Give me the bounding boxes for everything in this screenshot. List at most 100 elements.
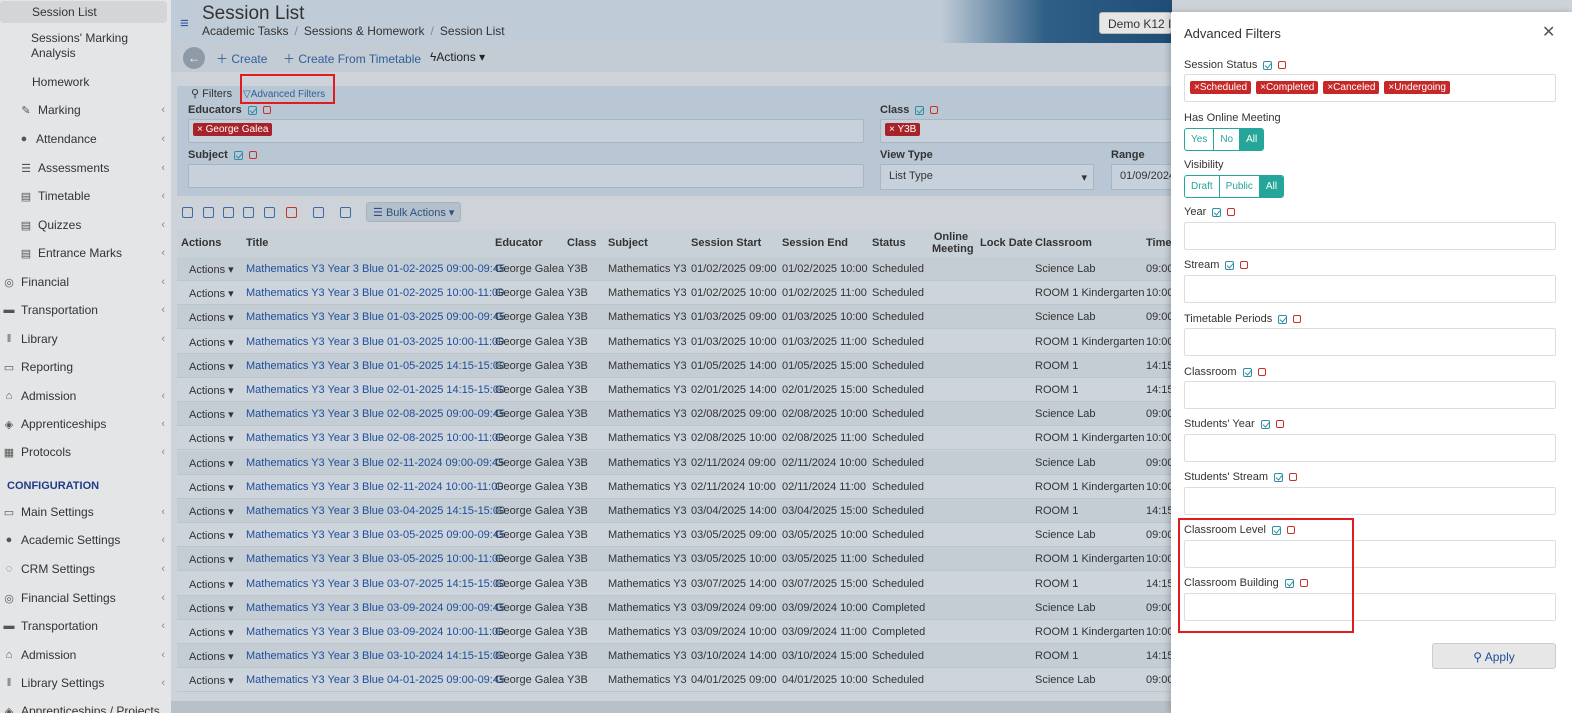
sidebar-item-crm-settings[interactable]: ◌ CRM Settings ‹ bbox=[0, 558, 171, 580]
sidebar-item-session-list[interactable]: Session List bbox=[0, 1, 167, 23]
row-actions-dropdown[interactable]: Actions ▾ bbox=[189, 408, 234, 421]
students-year-field[interactable] bbox=[1184, 434, 1556, 462]
row-actions-dropdown[interactable]: Actions ▾ bbox=[189, 674, 234, 687]
sidebar-item-quizzes[interactable]: ▤ Quizzes ‹ bbox=[0, 214, 171, 236]
table-row[interactable]: Actions ▾ Mathematics Y3 Year 3 Blue 04-0… bbox=[177, 668, 1172, 693]
cell-title[interactable]: Mathematics Y3 Year 3 Blue 02-11-2024 09… bbox=[246, 457, 504, 469]
table-row[interactable]: Actions ▾ Mathematics Y3 Year 3 Blue 01-0… bbox=[177, 353, 1172, 378]
clear-icon[interactable] bbox=[1278, 61, 1287, 69]
col-classroom[interactable]: Classroom bbox=[1035, 237, 1092, 249]
cell-title[interactable]: Mathematics Y3 Year 3 Blue 03-07-2025 14… bbox=[246, 578, 505, 590]
deselect-icon[interactable] bbox=[286, 207, 297, 218]
sidebar-item-transportation[interactable]: ▬ Transportation ‹ bbox=[0, 299, 171, 321]
table-row[interactable]: Actions ▾ Mathematics Y3 Year 3 Blue 02-0… bbox=[177, 402, 1172, 427]
table-row[interactable]: Actions ▾ Mathematics Y3 Year 3 Blue 02-0… bbox=[177, 378, 1172, 402]
cell-title[interactable]: Mathematics Y3 Year 3 Blue 03-05-2025 10… bbox=[246, 553, 504, 565]
clear-icon[interactable] bbox=[930, 106, 939, 114]
row-actions-dropdown[interactable]: Actions ▾ bbox=[189, 263, 234, 276]
organization-button[interactable]: Demo K12 In bbox=[1099, 12, 1172, 34]
timetable-periods-field[interactable] bbox=[1184, 328, 1556, 356]
select-all-icon[interactable] bbox=[233, 150, 243, 160]
table-row[interactable]: Actions ▾ Mathematics Y3 Year 3 Blue 03-0… bbox=[177, 547, 1172, 572]
online-meeting-all[interactable]: All bbox=[1240, 129, 1264, 150]
class-field[interactable]: × Y3B bbox=[880, 119, 1172, 143]
sidebar-item-assessments[interactable]: ☰ Assessments ‹ bbox=[0, 157, 171, 179]
row-actions-dropdown[interactable]: Actions ▾ bbox=[189, 505, 234, 518]
select-all-icon[interactable] bbox=[1260, 419, 1270, 429]
sidebar-item-entrance-marks[interactable]: ▤ Entrance Marks ‹ bbox=[0, 242, 171, 264]
select-all-icon[interactable] bbox=[264, 207, 275, 218]
cell-title[interactable]: Mathematics Y3 Year 3 Blue 03-09-2024 09… bbox=[246, 602, 505, 614]
online-meeting-yes[interactable]: Yes bbox=[1185, 129, 1215, 150]
sidebar-item-admission[interactable]: ⌂ Admission ‹ bbox=[0, 385, 171, 407]
row-actions-dropdown[interactable]: Actions ▾ bbox=[189, 602, 234, 615]
sidebar-item-reporting[interactable]: ▭ Reporting bbox=[0, 356, 171, 378]
year-field[interactable] bbox=[1184, 222, 1556, 250]
row-actions-dropdown[interactable]: Actions ▾ bbox=[189, 287, 234, 300]
sidebar-item-academic-settings[interactable]: ● Academic Settings ‹ bbox=[0, 529, 171, 551]
back-button[interactable]: ← bbox=[183, 47, 205, 69]
create-from-timetable-button[interactable]: ＋ Create From Timetable bbox=[283, 50, 421, 67]
cell-title[interactable]: Mathematics Y3 Year 3 Blue 01-03-2025 10… bbox=[246, 336, 504, 348]
col-time[interactable]: Time bbox=[1146, 237, 1171, 249]
table-row[interactable]: Actions ▾ Mathematics Y3 Year 3 Blue 03-1… bbox=[177, 644, 1172, 669]
classroom-field[interactable] bbox=[1184, 381, 1556, 409]
table-row[interactable]: Actions ▾ Mathematics Y3 Year 3 Blue 01-0… bbox=[177, 257, 1172, 281]
cell-title[interactable]: Mathematics Y3 Year 3 Blue 02-08-2025 09… bbox=[246, 408, 505, 420]
select-all-icon[interactable] bbox=[1263, 60, 1273, 70]
row-actions-dropdown[interactable]: Actions ▾ bbox=[189, 384, 234, 397]
sidebar-item-homework[interactable]: Homework bbox=[0, 71, 171, 93]
cell-title[interactable]: Mathematics Y3 Year 3 Blue 01-03-2025 09… bbox=[246, 311, 505, 323]
sidebar-item-financial-settings[interactable]: ◎ Financial Settings ‹ bbox=[0, 587, 171, 609]
table-row[interactable]: Actions ▾ Mathematics Y3 Year 3 Blue 02-1… bbox=[177, 450, 1172, 475]
pdf-icon[interactable] bbox=[203, 207, 214, 218]
col-session-start[interactable]: Session Start bbox=[691, 237, 761, 249]
table-row[interactable]: Actions ▾ Mathematics Y3 Year 3 Blue 01-0… bbox=[177, 281, 1172, 306]
status-tag-completed[interactable]: ×Completed bbox=[1256, 81, 1319, 94]
select-all-icon[interactable] bbox=[1278, 314, 1288, 324]
copy-icon[interactable] bbox=[243, 207, 254, 218]
sidebar-item-admission-settings[interactable]: ⌂ Admission ‹ bbox=[0, 644, 171, 666]
sidebar-item-attendance[interactable]: ● Attendance ‹ bbox=[0, 128, 171, 150]
educator-tag[interactable]: × George Galea bbox=[193, 123, 273, 136]
col-session-end[interactable]: Session End bbox=[782, 237, 848, 249]
apply-button[interactable]: ⚲ Apply bbox=[1432, 643, 1556, 669]
table-row[interactable]: Actions ▾ Mathematics Y3 Year 3 Blue 03-0… bbox=[177, 595, 1172, 620]
cell-title[interactable]: Mathematics Y3 Year 3 Blue 01-02-2025 10… bbox=[246, 287, 504, 299]
create-button[interactable]: ＋ Create bbox=[216, 50, 267, 67]
select-all-icon[interactable] bbox=[247, 105, 257, 115]
visibility-public[interactable]: Public bbox=[1220, 176, 1260, 197]
table-row[interactable]: Actions ▾ Mathematics Y3 Year 3 Blue 02-1… bbox=[177, 474, 1172, 499]
col-title[interactable]: Title bbox=[246, 237, 268, 249]
col-lock-date[interactable]: Lock Date bbox=[980, 237, 1033, 249]
cell-title[interactable]: Mathematics Y3 Year 3 Blue 04-01-2025 09… bbox=[246, 674, 505, 686]
educators-field[interactable]: × George Galea bbox=[188, 119, 864, 143]
cell-title[interactable]: Mathematics Y3 Year 3 Blue 02-01-2025 14… bbox=[246, 384, 505, 396]
col-status[interactable]: Status bbox=[872, 237, 906, 249]
table-row[interactable]: Actions ▾ Mathematics Y3 Year 3 Blue 03-0… bbox=[177, 523, 1172, 548]
sidebar-item-timetable[interactable]: ▤ Timetable ‹ bbox=[0, 185, 171, 207]
status-tag-canceled[interactable]: ×Canceled bbox=[1323, 81, 1380, 94]
cell-title[interactable]: Mathematics Y3 Year 3 Blue 02-11-2024 10… bbox=[246, 481, 503, 493]
sidebar-item-transportation-settings[interactable]: ▬ Transportation ‹ bbox=[0, 615, 171, 637]
table-row[interactable]: Actions ▾ Mathematics Y3 Year 3 Blue 01-0… bbox=[177, 305, 1172, 330]
visibility-draft[interactable]: Draft bbox=[1185, 176, 1220, 197]
clear-icon[interactable] bbox=[1275, 420, 1284, 428]
cell-title[interactable]: Mathematics Y3 Year 3 Blue 01-02-2025 09… bbox=[246, 263, 505, 275]
breadcrumb-item[interactable]: Academic Tasks bbox=[202, 24, 288, 38]
close-icon[interactable]: ✕ bbox=[1542, 22, 1555, 42]
row-actions-dropdown[interactable]: Actions ▾ bbox=[189, 553, 234, 566]
sidebar-item-financial[interactable]: ◎ Financial ‹ bbox=[0, 271, 171, 293]
row-actions-dropdown[interactable]: Actions ▾ bbox=[189, 650, 234, 663]
clear-icon[interactable] bbox=[262, 106, 271, 114]
col-educator[interactable]: Educator bbox=[495, 237, 543, 249]
table-row[interactable]: Actions ▾ Mathematics Y3 Year 3 Blue 03-0… bbox=[177, 620, 1172, 644]
select-all-icon[interactable] bbox=[1274, 472, 1284, 482]
range-input[interactable]: 01/09/2024 bbox=[1111, 164, 1172, 190]
online-meeting-no[interactable]: No bbox=[1214, 129, 1241, 150]
cell-title[interactable]: Mathematics Y3 Year 3 Blue 01-05-2025 14… bbox=[246, 360, 505, 372]
select-all-icon[interactable] bbox=[1225, 260, 1235, 270]
visibility-all[interactable]: All bbox=[1259, 176, 1284, 197]
row-actions-dropdown[interactable]: Actions ▾ bbox=[189, 432, 234, 445]
session-status-field[interactable]: ×Scheduled ×Completed ×Canceled ×Undergoing bbox=[1184, 74, 1556, 102]
